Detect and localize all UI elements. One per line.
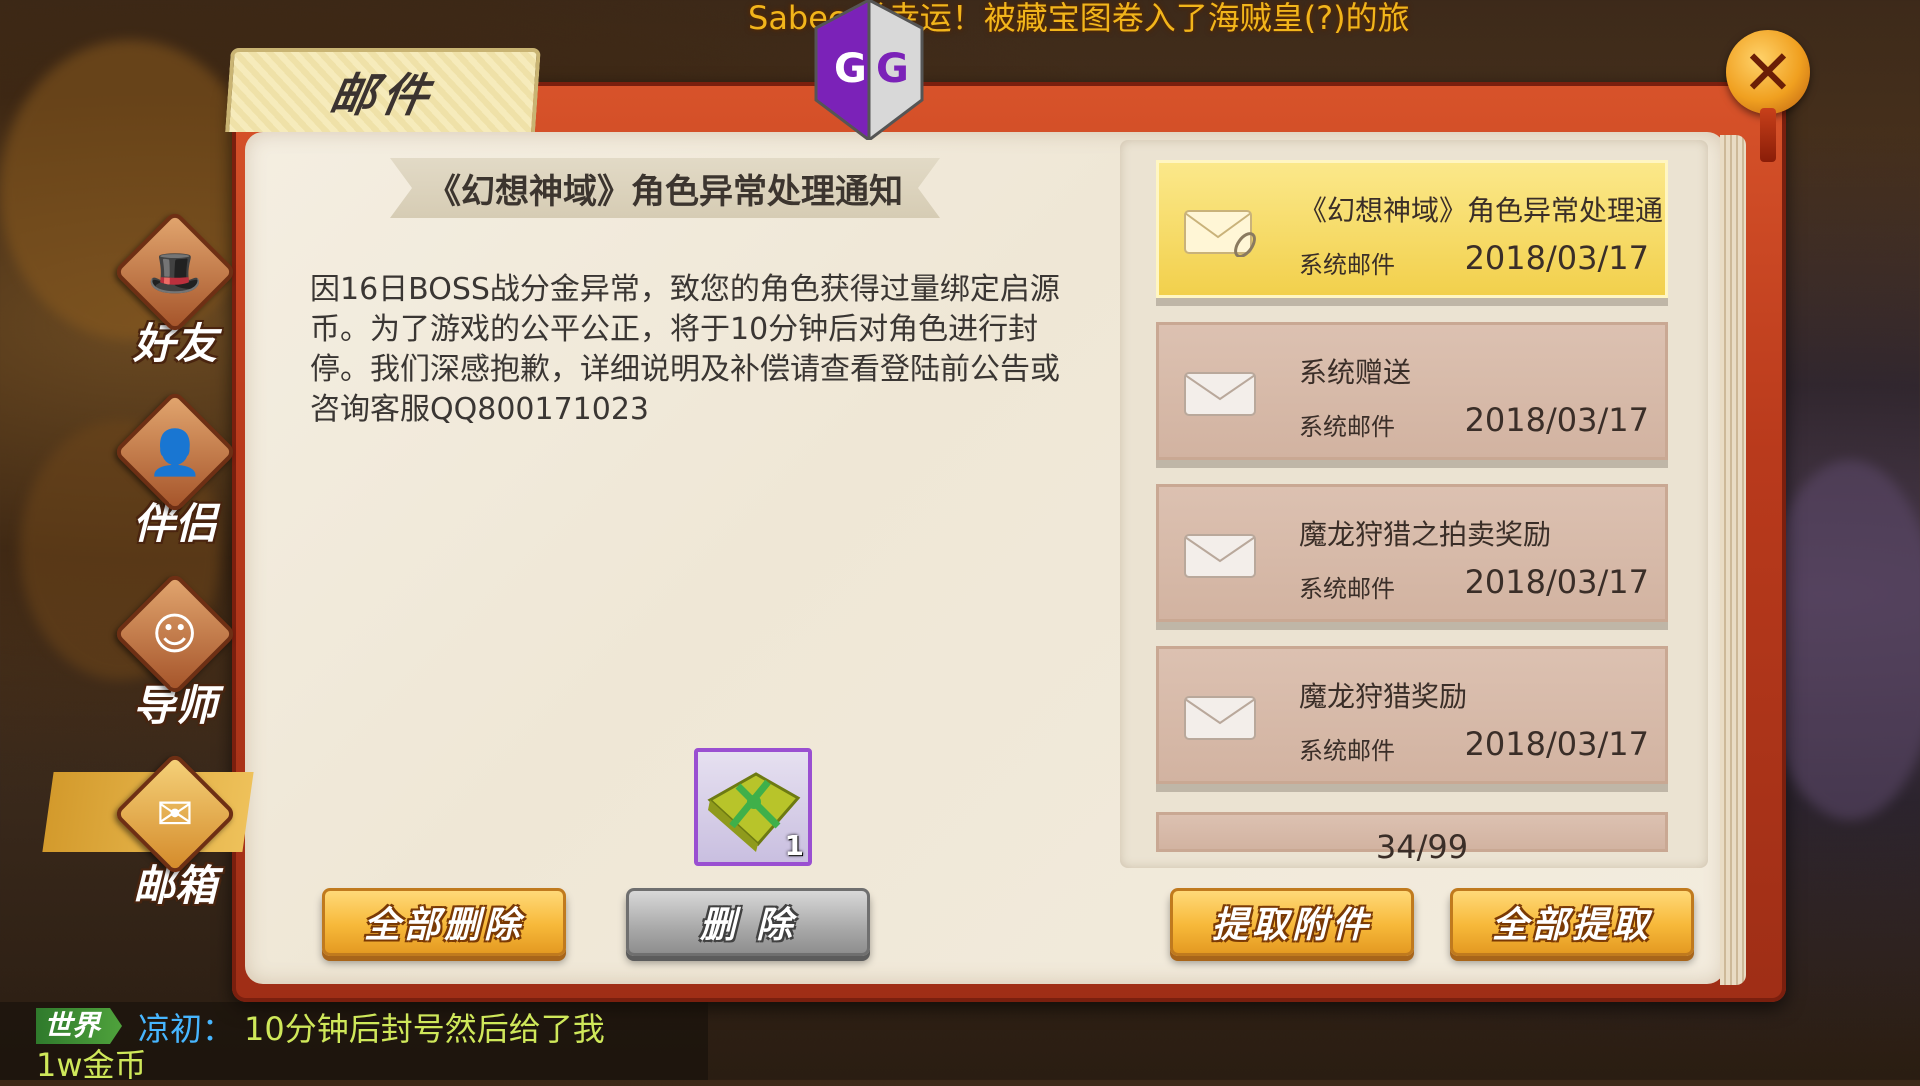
mail-list-item[interactable]: 《幻想神域》角色异常处理通 系统邮件 2018/03/17 [1156,160,1668,298]
mail-list-panel[interactable]: 《幻想神域》角色异常处理通 系统邮件 2018/03/17 系统赠送 系统邮件 … [1120,140,1708,868]
svg-text:G: G [876,46,909,92]
mail-body-text: 因16日BOSS战分金异常，致您的角色获得过量绑定启源币。为了游戏的公平公正，将… [310,272,1060,427]
mail-item-title: 魔龙狩猎之拍卖奖励 [1299,518,1552,551]
delete-button[interactable]: 删 除 [626,888,870,956]
sidebar-item-partner[interactable]: 👤 伴侣 [110,389,240,551]
envelope-icon [1184,696,1256,740]
sidebar-item-friends[interactable]: 🎩 好友 [110,209,240,371]
mail-item-type: 系统邮件 [1299,413,1395,441]
mail-item-date: 2018/03/17 [1464,239,1649,277]
envelope-attachment-icon [1184,210,1256,257]
mail-item-date: 2018/03/17 [1464,401,1649,439]
chat-channel-tag: 世界 [36,1008,123,1044]
mail-item-title: 系统赠送 [1299,356,1412,389]
mail-list-item[interactable]: 魔龙狩猎之拍卖奖励 系统邮件 2018/03/17 [1156,484,1668,622]
chat-sender-name[interactable]: 凉初： [138,1004,234,1050]
envelope-icon [1184,372,1256,416]
mail-list-item[interactable]: 系统赠送 系统邮件 2018/03/17 [1156,322,1668,460]
mail-item-type: 系统邮件 [1299,251,1395,279]
attachment-count: 1 [784,829,804,862]
window-title: 邮件 [325,68,440,122]
mail-item-title: 《幻想神域》角色异常处理通 [1299,194,1664,227]
mail-count: 34/99 [1375,828,1469,866]
chat-message: 10分钟后封号然后给了我 [244,1010,605,1048]
gg-overlay-badge[interactable]: G G [810,0,928,144]
mail-title: 《幻想神域》角色异常处理通知 [427,171,903,212]
mail-item-type: 系统邮件 [1299,575,1395,603]
svg-text:G: G [834,46,867,92]
gg-shield-icon: G G [814,0,924,144]
close-icon: ✕ [1742,35,1794,109]
take-all-button[interactable]: 全部提取 [1450,888,1694,956]
sidebar-item-mentor[interactable]: ☺ 导师 [110,571,240,733]
close-button-stem [1760,108,1776,162]
mail-item-date: 2018/03/17 [1464,563,1649,601]
mail-item-title: 魔龙狩猎奖励 [1299,680,1468,713]
mail-title-ribbon: 《幻想神域》角色异常处理通知 [390,158,940,218]
chat-separator: ： [202,1010,235,1048]
sidebar-item-mailbox[interactable]: ✉ 邮箱 [110,751,240,913]
take-attachment-button[interactable]: 提取附件 [1170,888,1414,956]
chat-message-continued: 1w金币 [36,1046,147,1084]
chat-sender[interactable]: 凉初 [138,1010,202,1048]
envelope-icon [1184,534,1256,578]
delete-all-button[interactable]: 全部删除 [322,888,566,956]
attachment-slot[interactable]: 1 [694,748,812,866]
mail-item-type: 系统邮件 [1299,737,1395,765]
mail-item-date: 2018/03/17 [1464,725,1649,763]
window-title-tab: 邮件 [225,48,541,132]
mail-list-item[interactable]: 魔龙狩猎奖励 系统邮件 2018/03/17 [1156,646,1668,784]
close-button[interactable]: ✕ [1726,30,1810,114]
